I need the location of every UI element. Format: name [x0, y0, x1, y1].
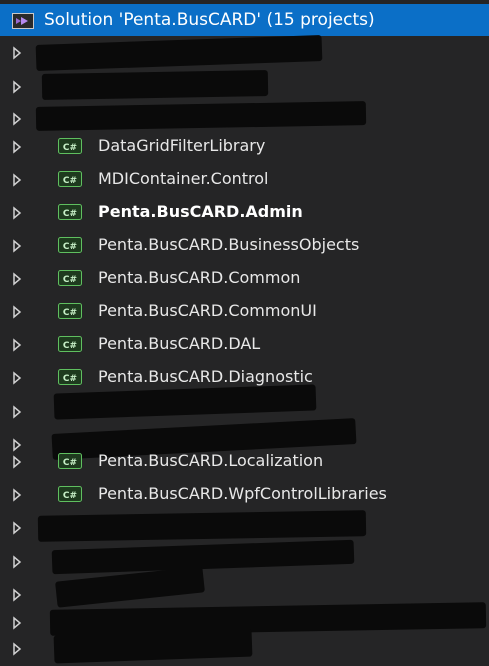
- project-label: Penta.BusCARD.WpfControlLibraries: [98, 484, 387, 503]
- collapsed-triangle-icon[interactable]: [12, 338, 22, 352]
- collapsed-triangle-icon[interactable]: [12, 173, 22, 187]
- csharp-project-icon: C#: [58, 171, 82, 187]
- svg-text:C#: C#: [63, 143, 77, 153]
- tree-row-project[interactable]: C# MDIContainer.Control: [0, 163, 489, 197]
- tree-row-redacted[interactable]: [0, 510, 489, 545]
- tree-row-redacted[interactable]: [0, 628, 489, 666]
- collapsed-triangle-icon[interactable]: [12, 405, 22, 419]
- svg-text:C#: C#: [63, 341, 77, 351]
- project-label: Penta.BusCARD.DAL: [98, 334, 261, 353]
- collapsed-triangle-icon[interactable]: [12, 206, 22, 220]
- tree-row-project[interactable]: C# DataGridFilterLibrary: [0, 130, 489, 164]
- tree-row-project[interactable]: C# Penta.BusCARD.BusinessObjects: [0, 229, 489, 263]
- tree-row-project[interactable]: C# Penta.BusCARD.Localization: [0, 445, 489, 479]
- csharp-project-icon: C#: [58, 270, 82, 286]
- tree-row-redacted[interactable]: [0, 70, 489, 104]
- tree-row-project[interactable]: C# Penta.BusCARD.DAL: [0, 328, 489, 362]
- redaction-mark: [41, 70, 269, 100]
- visual-studio-solution-icon: [12, 13, 34, 29]
- collapsed-triangle-icon[interactable]: [12, 112, 22, 126]
- collapsed-triangle-icon[interactable]: [12, 555, 22, 569]
- collapsed-triangle-icon[interactable]: [12, 521, 22, 535]
- project-label: Penta.BusCARD.CommonUI: [98, 301, 317, 320]
- tree-row-project-startup[interactable]: C# Penta.BusCARD.Admin: [0, 196, 489, 230]
- collapsed-triangle-icon[interactable]: [12, 642, 22, 656]
- collapsed-triangle-icon[interactable]: [12, 371, 22, 385]
- svg-text:C#: C#: [63, 209, 77, 219]
- collapsed-triangle-icon[interactable]: [12, 305, 22, 319]
- project-label: Penta.BusCARD.Diagnostic: [98, 367, 313, 386]
- redaction-mark: [53, 628, 253, 664]
- redaction-mark: [49, 602, 487, 636]
- collapsed-triangle-icon[interactable]: [12, 140, 22, 154]
- svg-text:C#: C#: [63, 242, 77, 252]
- solution-explorer-panel: Solution 'Penta.BusCARD' (15 projects) C…: [0, 0, 489, 666]
- tree-row-project[interactable]: C# Penta.BusCARD.WpfControlLibraries: [0, 478, 489, 512]
- csharp-project-icon: C#: [58, 237, 82, 253]
- project-label: Penta.BusCARD.BusinessObjects: [98, 235, 360, 254]
- collapsed-triangle-icon[interactable]: [12, 80, 22, 94]
- collapsed-triangle-icon[interactable]: [12, 488, 22, 502]
- project-label: DataGridFilterLibrary: [98, 136, 266, 155]
- csharp-project-icon: C#: [58, 138, 82, 154]
- svg-text:C#: C#: [63, 308, 77, 318]
- svg-text:C#: C#: [63, 275, 77, 285]
- collapsed-triangle-icon[interactable]: [12, 272, 22, 286]
- redaction-mark: [37, 510, 367, 542]
- tree-row-redacted[interactable]: [0, 539, 489, 579]
- collapsed-triangle-icon[interactable]: [12, 455, 22, 469]
- redaction-mark: [35, 101, 367, 131]
- project-label-startup: Penta.BusCARD.Admin: [98, 202, 303, 221]
- tree-row-redacted[interactable]: [0, 35, 489, 71]
- svg-text:C#: C#: [63, 491, 77, 501]
- tree-row-project[interactable]: C# Penta.BusCARD.Common: [0, 262, 489, 296]
- csharp-project-icon: C#: [58, 453, 82, 469]
- csharp-project-icon: C#: [58, 336, 82, 352]
- csharp-project-icon: C#: [58, 204, 82, 220]
- project-label: MDIContainer.Control: [98, 169, 269, 188]
- tree-row-project[interactable]: C# Penta.BusCARD.CommonUI: [0, 295, 489, 329]
- csharp-project-icon: C#: [58, 486, 82, 502]
- collapsed-triangle-icon[interactable]: [12, 588, 22, 602]
- csharp-project-icon: C#: [58, 369, 82, 385]
- svg-text:C#: C#: [63, 374, 77, 384]
- redaction-mark: [35, 35, 323, 71]
- project-label: Penta.BusCARD.Localization: [98, 451, 324, 470]
- collapsed-triangle-icon[interactable]: [12, 239, 22, 253]
- project-label: Penta.BusCARD.Common: [98, 268, 301, 287]
- svg-text:C#: C#: [63, 458, 77, 468]
- collapsed-triangle-icon[interactable]: [12, 616, 22, 630]
- svg-text:C#: C#: [63, 176, 77, 186]
- collapsed-triangle-icon[interactable]: [12, 46, 22, 60]
- solution-node[interactable]: Solution 'Penta.BusCARD' (15 projects): [0, 4, 489, 36]
- solution-title: Solution 'Penta.BusCARD' (15 projects): [44, 10, 375, 30]
- redaction-mark: [51, 539, 355, 575]
- csharp-project-icon: C#: [58, 303, 82, 319]
